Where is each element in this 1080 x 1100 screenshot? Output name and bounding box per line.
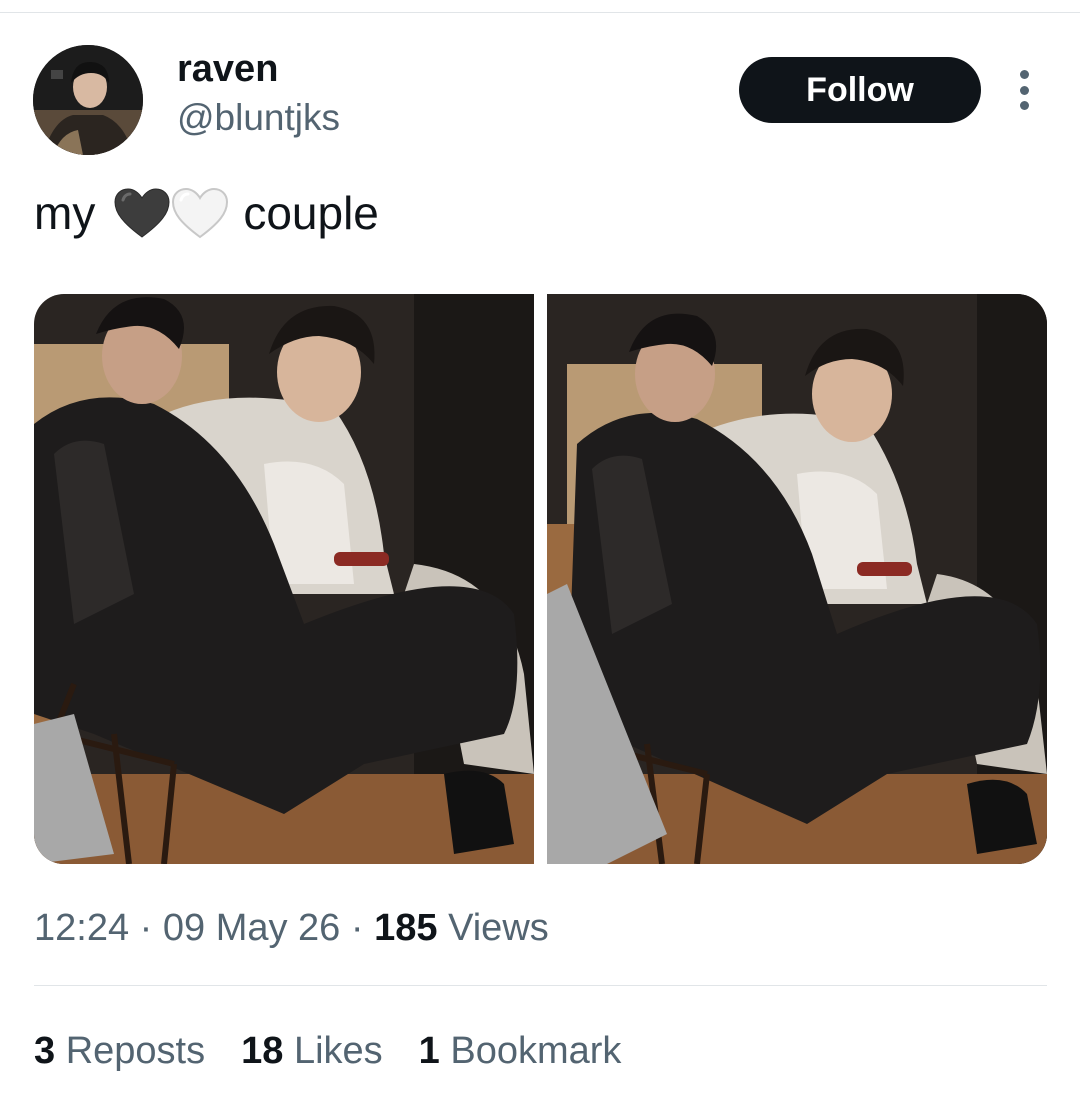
photo-1[interactable] bbox=[34, 294, 534, 864]
reposts-count: 3 bbox=[34, 1030, 56, 1072]
divider bbox=[34, 985, 1047, 986]
more-options-icon[interactable] bbox=[1009, 70, 1039, 110]
meta-separator: · bbox=[139, 907, 153, 949]
heart-emojis bbox=[113, 187, 229, 239]
dot bbox=[1019, 70, 1029, 79]
dot bbox=[1019, 85, 1029, 95]
engagement-stats: 3 Reposts 18 Likes 1 Bookmark bbox=[34, 1027, 621, 1075]
display-name[interactable]: raven bbox=[177, 46, 278, 92]
views-count: 185 bbox=[374, 907, 438, 949]
likes-stat[interactable]: 18 Likes bbox=[241, 1027, 383, 1075]
tweet-text-after: couple bbox=[243, 187, 379, 239]
reposts-label: Reposts bbox=[65, 1030, 206, 1072]
media-grid bbox=[34, 294, 1047, 864]
bookmarks-stat[interactable]: 1 Bookmark bbox=[419, 1027, 622, 1075]
profile-photo-icon bbox=[33, 45, 143, 155]
top-divider bbox=[0, 12, 1080, 13]
dot bbox=[1019, 101, 1029, 110]
tweet-time[interactable]: 12:24 bbox=[34, 907, 129, 949]
black-heart-icon bbox=[114, 188, 170, 238]
meta-separator: · bbox=[350, 907, 364, 949]
user-handle[interactable]: @bluntjks bbox=[177, 95, 340, 141]
views-label: Views bbox=[448, 907, 549, 949]
bookmarks-label: Bookmark bbox=[450, 1030, 622, 1072]
reposts-stat[interactable]: 3 Reposts bbox=[34, 1027, 205, 1075]
photo-1-image-icon bbox=[34, 294, 534, 864]
avatar[interactable] bbox=[33, 45, 143, 155]
follow-button[interactable]: Follow bbox=[739, 57, 981, 123]
tweet-text: my couple bbox=[34, 183, 379, 243]
tweet-meta: 12:24 · 09 May 26 · 185 Views bbox=[34, 904, 549, 952]
likes-count: 18 bbox=[241, 1030, 284, 1072]
likes-label: Likes bbox=[293, 1030, 383, 1072]
tweet-date[interactable]: 09 May 26 bbox=[163, 907, 340, 949]
photo-2-image-icon bbox=[547, 294, 1047, 864]
bookmarks-count: 1 bbox=[418, 1030, 440, 1072]
photo-2[interactable] bbox=[547, 294, 1047, 864]
tweet-text-before: my bbox=[34, 187, 96, 239]
white-heart-icon bbox=[172, 187, 229, 239]
